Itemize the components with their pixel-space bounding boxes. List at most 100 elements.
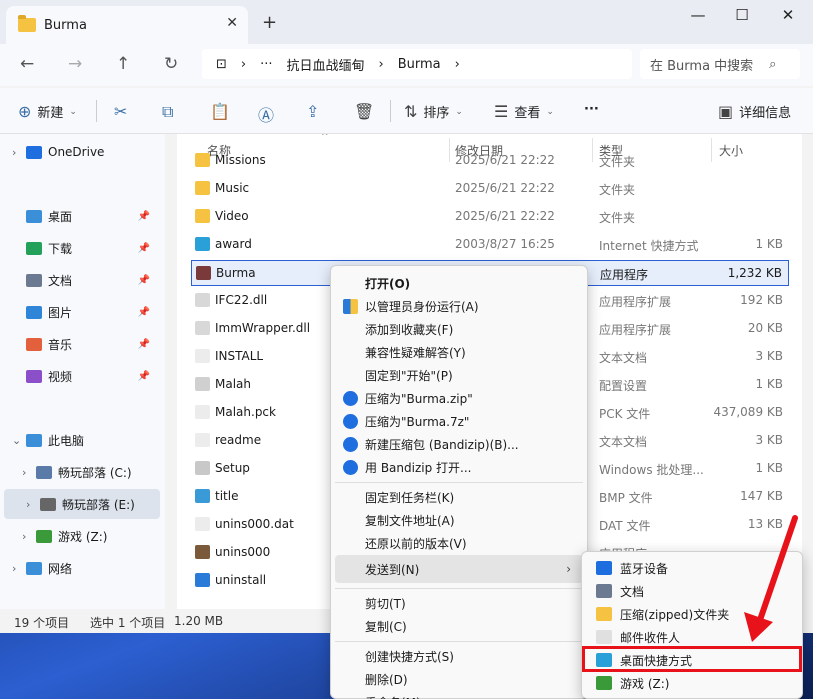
chevron-right-icon[interactable]: › bbox=[12, 562, 26, 575]
details-button[interactable]: ▣ 详细信息 bbox=[718, 102, 791, 121]
menu-item[interactable]: 还原以前的版本(V) bbox=[335, 532, 583, 554]
send-to-item[interactable]: 邮件收件人 bbox=[586, 626, 800, 648]
chevron-right-icon: › bbox=[566, 562, 571, 576]
menu-item-label: 复制文件地址(A) bbox=[365, 513, 455, 528]
chevron-down-icon[interactable]: ⌄ bbox=[12, 434, 26, 447]
file-size: 192 KB bbox=[740, 293, 783, 307]
menu-item[interactable]: 添加到收藏夹(F) bbox=[335, 318, 583, 340]
table-row[interactable]: Missions 2025/6/21 22:22 文件夹 bbox=[191, 148, 789, 174]
sidebar-item[interactable]: 桌面 📌 bbox=[0, 201, 156, 231]
table-row[interactable]: award 2003/8/27 16:25 Internet 快捷方式 1 KB bbox=[191, 232, 789, 258]
share-icon[interactable]: ⇪ bbox=[306, 102, 319, 121]
breadcrumb-current[interactable]: Burma bbox=[398, 57, 441, 72]
send-to-item[interactable]: 游戏 (Z:) bbox=[586, 672, 800, 694]
file-date: 2025/6/21 22:22 bbox=[455, 153, 555, 167]
chevron-right-icon[interactable]: › bbox=[12, 146, 26, 159]
new-tab-icon[interactable]: + bbox=[262, 12, 277, 33]
up-icon[interactable]: ↑ bbox=[116, 54, 130, 74]
file-size: 1 KB bbox=[755, 377, 783, 391]
file-name: readme bbox=[215, 433, 262, 447]
menu-item[interactable]: 压缩为"Burma.7z" bbox=[335, 410, 583, 432]
view-button[interactable]: ☰ 查看 ⌄ bbox=[494, 102, 554, 121]
menu-item[interactable]: 新建压缩包 (Bandizip)(B)... bbox=[335, 433, 583, 455]
menu-item[interactable]: 复制文件地址(A) bbox=[335, 509, 583, 531]
menu-item[interactable]: 删除(D) bbox=[335, 668, 583, 690]
menu-item[interactable]: 复制(C) bbox=[335, 615, 583, 637]
address-bar[interactable]: ⊡ › ··· 抗日血战缅甸 › Burma › bbox=[202, 49, 632, 79]
tab-burma[interactable]: Burma ✕ bbox=[6, 6, 248, 44]
item-count: 19 个项目 bbox=[14, 616, 70, 630]
details-label: 详细信息 bbox=[739, 106, 792, 121]
sidebar-item-label: OneDrive bbox=[48, 145, 105, 159]
table-row[interactable]: Music 2025/6/21 22:22 文件夹 bbox=[191, 176, 789, 202]
tab-close-icon[interactable]: ✕ bbox=[226, 15, 238, 31]
menu-item[interactable]: 以管理员身份运行(A) bbox=[335, 295, 583, 317]
file-name: title bbox=[215, 489, 239, 503]
file-icon bbox=[195, 349, 210, 363]
menu-item[interactable]: 固定到"开始"(P) bbox=[335, 364, 583, 386]
search-input[interactable]: 在 Burma 中搜索 ⌕ bbox=[640, 49, 800, 79]
sidebar-item-label: 文档 bbox=[48, 273, 73, 288]
cut-icon[interactable]: ✂ bbox=[114, 102, 127, 121]
copy-icon[interactable]: ⧉ bbox=[162, 102, 173, 122]
delete-icon[interactable]: 🗑 bbox=[354, 102, 374, 121]
title-bar: Burma ✕ + — ☐ ✕ bbox=[0, 0, 813, 44]
maximize-icon[interactable]: ☐ bbox=[722, 6, 762, 24]
address-toolbar: ← → ↑ ↻ ⊡ › ··· 抗日血战缅甸 › Burma › 在 Burma… bbox=[0, 44, 813, 86]
send-to-item[interactable]: 蓝牙设备 bbox=[586, 557, 800, 579]
menu-item[interactable]: 压缩为"Burma.zip" bbox=[335, 387, 583, 409]
pin-icon: 📌 bbox=[137, 370, 150, 382]
sidebar-item[interactable]: › 畅玩部落 (E:) bbox=[4, 489, 160, 519]
minimize-icon[interactable]: — bbox=[678, 6, 718, 24]
rename-icon[interactable]: Ⓐ bbox=[258, 102, 274, 126]
sidebar-item[interactable]: › 游戏 (Z:) bbox=[0, 521, 156, 551]
file-type: BMP 文件 bbox=[599, 491, 653, 505]
menu-item[interactable]: 创建快捷方式(S) bbox=[335, 645, 583, 667]
sidebar-item[interactable]: 文档 📌 bbox=[0, 265, 156, 295]
menu-item[interactable]: 重命名(M) bbox=[335, 691, 583, 699]
file-icon bbox=[195, 405, 210, 419]
refresh-icon[interactable]: ↻ bbox=[164, 54, 178, 74]
send-to-item[interactable]: 压缩(zipped)文件夹 bbox=[586, 603, 800, 625]
send-to-icon bbox=[596, 676, 612, 690]
more-options-icon[interactable]: ··· bbox=[584, 102, 599, 117]
sidebar-item[interactable]: 音乐 📌 bbox=[0, 329, 156, 359]
breadcrumb-separator: › bbox=[240, 56, 247, 72]
file-name: Video bbox=[215, 209, 249, 223]
sort-button[interactable]: ⇅ 排序 ⌄ bbox=[404, 102, 463, 121]
close-window-icon[interactable]: ✕ bbox=[768, 6, 808, 24]
file-type: 文件夹 bbox=[599, 155, 636, 169]
table-row[interactable]: Video 2025/6/21 22:22 文件夹 bbox=[191, 204, 789, 230]
breadcrumb-overflow[interactable]: ··· bbox=[260, 57, 272, 72]
sidebar-item[interactable]: › 畅玩部落 (C:) bbox=[0, 457, 156, 487]
back-icon[interactable]: ← bbox=[20, 54, 34, 74]
chevron-right-icon[interactable]: › bbox=[22, 466, 36, 479]
menu-item[interactable]: 剪切(T) bbox=[335, 592, 583, 614]
paste-icon[interactable]: 📋 bbox=[210, 102, 230, 121]
chevron-right-icon[interactable]: › bbox=[26, 498, 40, 511]
send-to-item[interactable]: 文档 bbox=[586, 580, 800, 602]
menu-item[interactable]: 用 Bandizip 打开... bbox=[335, 456, 583, 478]
breadcrumb-parent[interactable]: 抗日血战缅甸 bbox=[287, 55, 365, 74]
file-icon bbox=[196, 266, 211, 280]
file-date: 2025/6/21 22:22 bbox=[455, 209, 555, 223]
menu-item[interactable]: 兼容性疑难解答(Y) bbox=[335, 341, 583, 363]
sidebar-item[interactable]: 视频 📌 bbox=[0, 361, 156, 391]
send-to-icon bbox=[596, 561, 612, 575]
sidebar-item[interactable]: › OneDrive bbox=[0, 137, 156, 167]
menu-item-label: 剪切(T) bbox=[365, 596, 406, 611]
sidebar-item[interactable]: ⌄ 此电脑 bbox=[0, 425, 156, 455]
sidebar-item[interactable]: › 网络 bbox=[0, 553, 156, 583]
sidebar-item[interactable]: 图片 📌 bbox=[0, 297, 156, 327]
new-button[interactable]: ⊕ 新建 ⌄ bbox=[18, 102, 77, 121]
menu-item[interactable]: 固定到任务栏(K) bbox=[335, 486, 583, 508]
forward-icon[interactable]: → bbox=[68, 54, 82, 74]
file-date: 2003/8/27 16:25 bbox=[455, 237, 555, 251]
sidebar-item[interactable]: 下载 📌 bbox=[0, 233, 156, 263]
chevron-right-icon[interactable]: › bbox=[22, 530, 36, 543]
menu-item[interactable]: 打开(O) bbox=[335, 272, 583, 294]
menu-item-label: 添加到收藏夹(F) bbox=[365, 322, 454, 337]
menu-item[interactable]: 发送到(N) › bbox=[335, 555, 583, 583]
sidebar-item-label: 此电脑 bbox=[48, 433, 85, 448]
divider bbox=[96, 100, 97, 122]
